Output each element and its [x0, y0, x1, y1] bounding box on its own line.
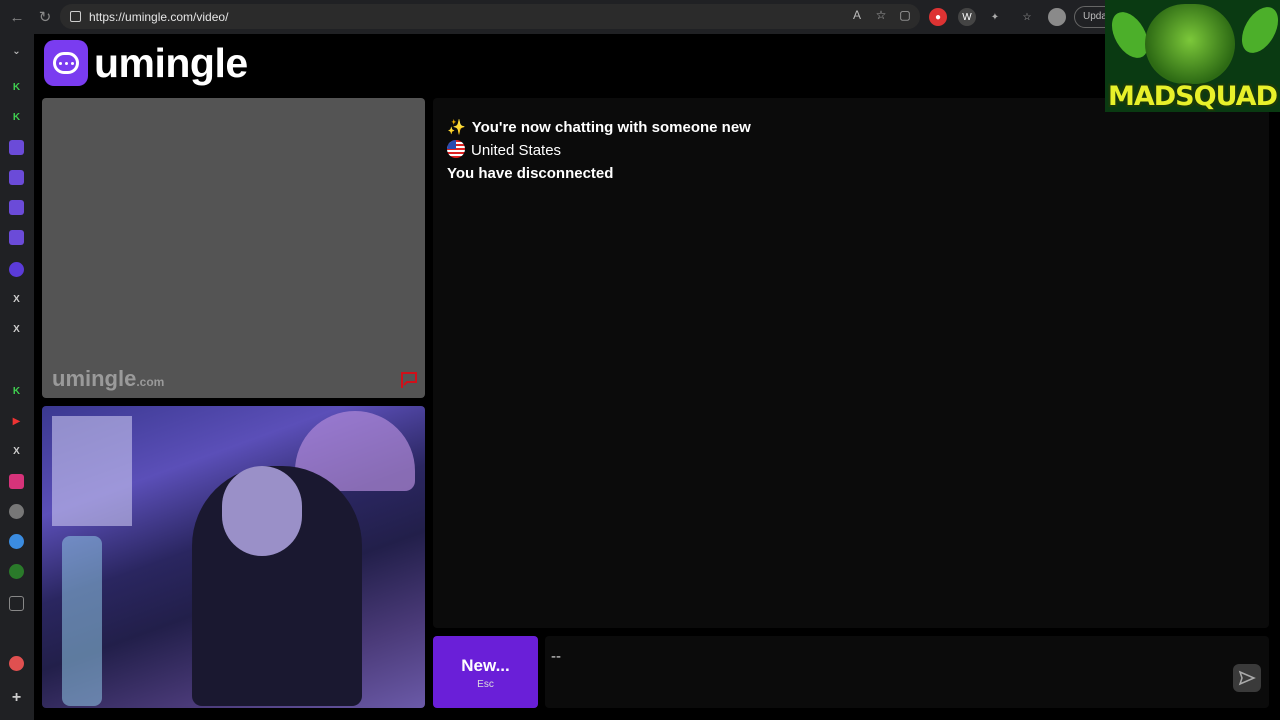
tab-twitch-icon[interactable] [9, 140, 24, 155]
send-arrow-icon [1238, 670, 1256, 686]
lock-icon [70, 11, 81, 22]
chat-log: ✨ You're now chatting with someone new Un… [433, 98, 1269, 628]
extension-w-icon[interactable]: W [958, 8, 976, 26]
chat-message: You have disconnected [447, 165, 614, 182]
tab-instagram-icon[interactable] [9, 474, 24, 489]
message-input-value: -- [551, 648, 561, 665]
tab-x-icon[interactable]: X [9, 292, 24, 307]
overlay-text: MADSQUAD [1108, 81, 1278, 112]
tab-google-icon[interactable] [9, 534, 24, 549]
extension-record-icon[interactable]: ● [929, 8, 947, 26]
tab-record-icon[interactable] [9, 656, 24, 671]
chat-message: United States [447, 139, 1255, 162]
collapse-tabs-icon[interactable]: ⌄ [9, 44, 24, 59]
report-flag-icon[interactable] [399, 370, 419, 390]
umingle-page: umingle umingle.com ✨ You're now chatting… [34, 34, 1280, 720]
read-aloud-icon[interactable]: A [850, 8, 864, 22]
message-input[interactable]: -- [545, 636, 1269, 708]
tab-twitch-icon[interactable] [9, 230, 24, 245]
stranger-video: umingle.com [42, 98, 425, 398]
sparkles-icon: ✨ [447, 119, 466, 136]
send-button[interactable] [1233, 664, 1261, 692]
shortcut-hint: Esc [477, 679, 494, 690]
new-chat-button[interactable]: New... Esc [433, 636, 538, 708]
back-button[interactable]: ← [6, 6, 28, 28]
tab-generic-icon[interactable] [9, 504, 24, 519]
chat-bubble-logo-icon [44, 40, 88, 86]
address-bar[interactable]: https://umingle.com/video/ A ☆ ▢ [60, 4, 920, 29]
tab-list-icon[interactable] [9, 596, 24, 611]
reload-button[interactable]: ↻ [34, 6, 56, 28]
tab-kick-icon[interactable]: K [9, 80, 24, 95]
tab-kick-icon[interactable]: K [9, 110, 24, 125]
tab-kick-icon[interactable]: K [9, 384, 24, 399]
tab-youtube-icon[interactable]: ▶ [9, 414, 24, 429]
chat-message: ✨ You're now chatting with someone new [447, 119, 751, 136]
new-tab-icon[interactable]: + [9, 689, 24, 706]
madsquad-overlay-logo: MADSQUAD [1105, 0, 1280, 112]
brand-title: umingle [94, 40, 248, 86]
tab-umingle-icon[interactable] [9, 262, 24, 277]
video-watermark: umingle.com [52, 366, 165, 391]
tab-twitch-icon[interactable] [9, 170, 24, 185]
camera-icon[interactable]: ▢ [898, 8, 912, 22]
tab-x-icon[interactable]: X [9, 322, 24, 337]
tab-x-icon[interactable]: X [9, 444, 24, 459]
tab-twitch-icon[interactable] [9, 200, 24, 215]
us-flag-icon [447, 140, 465, 158]
vertical-tabs-rail: ⌄ K K X X K ▶ X + [0, 34, 34, 720]
favorite-star-icon[interactable]: ☆ [874, 8, 888, 22]
url-text: https://umingle.com/video/ [89, 9, 229, 24]
new-chat-label: New... [461, 656, 510, 675]
self-video [42, 406, 425, 708]
browser-toolbar: ← ↻ https://umingle.com/video/ A ☆ ▢ ● W… [0, 0, 1280, 34]
extensions-puzzle-icon[interactable]: ✦ [986, 8, 1004, 26]
profile-avatar[interactable] [1048, 8, 1066, 26]
tab-xbox-icon[interactable] [9, 564, 24, 579]
favorites-icon[interactable]: ☆ [1018, 8, 1036, 26]
